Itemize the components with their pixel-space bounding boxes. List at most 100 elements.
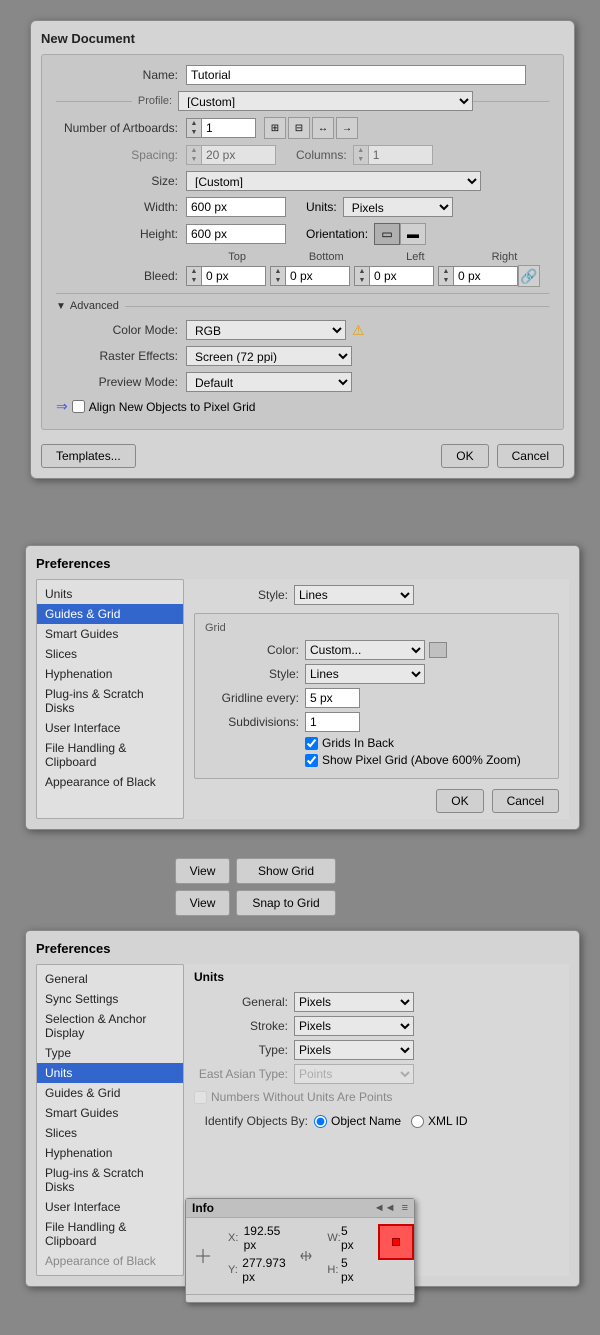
view-button-2[interactable]: View (175, 890, 230, 916)
bleed-top-up[interactable]: ▲ (187, 267, 201, 276)
landscape-orientation-btn[interactable]: ▬ (400, 223, 426, 245)
advanced-triangle-icon[interactable]: ▼ (56, 301, 66, 312)
templates-button[interactable]: Templates... (41, 444, 136, 468)
arrow-right-icon[interactable]: → (336, 117, 358, 139)
bleed-left-down[interactable]: ▼ (355, 276, 369, 285)
object-name-label: Object Name (331, 1114, 401, 1128)
units-label: Units: (306, 200, 337, 214)
portrait-orientation-btn[interactable]: ▭ (374, 223, 400, 245)
preview-select[interactable]: Default (186, 372, 352, 392)
collapse-icon[interactable]: ◄◄ (374, 1202, 396, 1214)
raster-label: Raster Effects: (56, 349, 186, 363)
sidebar-item-file-handling[interactable]: File Handling & Clipboard (37, 738, 183, 772)
snap-to-grid-button[interactable]: Snap to Grid (236, 890, 336, 916)
bleed-left-up[interactable]: ▲ (355, 267, 369, 276)
units-stroke-select[interactable]: Pixels (294, 1016, 414, 1036)
width-input[interactable] (186, 197, 286, 217)
pixel-grid-label: Align New Objects to Pixel Grid (89, 400, 256, 414)
sidebar-item-units[interactable]: Units (37, 584, 183, 604)
subdivisions-input[interactable] (305, 712, 360, 732)
guides-style-select[interactable]: Lines (294, 585, 414, 605)
grids-back-checkbox[interactable] (305, 737, 318, 750)
units-sidebar-smart[interactable]: Smart Guides (37, 1103, 183, 1123)
view-button-1[interactable]: View (175, 858, 230, 884)
guides-cancel-button[interactable]: Cancel (492, 789, 559, 813)
grid-style-select[interactable]: Lines (305, 664, 425, 684)
artboards-spinner[interactable]: ▲ ▼ 1 (186, 118, 256, 138)
sidebar-item-hyphenation[interactable]: Hyphenation (37, 664, 183, 684)
info-dims: W: 5 px H: 5 px (327, 1224, 358, 1288)
artboards-up-arrow[interactable]: ▲ (187, 119, 201, 128)
ok-button[interactable]: OK (441, 444, 488, 468)
grid-color-swatch[interactable] (429, 642, 447, 658)
guides-ok-button[interactable]: OK (436, 789, 483, 813)
bleed-top-spinner[interactable]: ▲ ▼ 0 px (186, 266, 266, 286)
bleed-bottom-up[interactable]: ▲ (271, 267, 285, 276)
units-sidebar-guides[interactable]: Guides & Grid (37, 1083, 183, 1103)
bleed-bottom-value: 0 px (286, 267, 326, 285)
bleed-top-down[interactable]: ▼ (187, 276, 201, 285)
name-input[interactable] (186, 65, 526, 85)
info-menu-icon[interactable]: ≡ (402, 1202, 408, 1214)
sidebar-item-ui[interactable]: User Interface (37, 718, 183, 738)
name-label: Name: (56, 68, 186, 82)
guides-style-label: Style: (194, 588, 294, 602)
bleed-top-label: Top (193, 251, 282, 263)
units-sidebar-slices[interactable]: Slices (37, 1123, 183, 1143)
sidebar-item-guides-grid[interactable]: Guides & Grid (37, 604, 183, 624)
artboards-down-arrow[interactable]: ▼ (187, 128, 201, 137)
units-sidebar-appearance[interactable]: Appearance of Black (37, 1251, 183, 1271)
sidebar-item-smart-guides[interactable]: Smart Guides (37, 624, 183, 644)
bleed-bottom-spinner[interactable]: ▲ ▼ 0 px (270, 266, 350, 286)
bleed-right-spinner[interactable]: ▲ ▼ 0 px (438, 266, 518, 286)
gridline-input[interactable] (305, 688, 360, 708)
object-name-radio[interactable] (314, 1115, 327, 1128)
info-h-row: H: 5 px (327, 1256, 358, 1284)
width-label: Width: (56, 200, 186, 214)
bleed-left-spinner[interactable]: ▲ ▼ 0 px (354, 266, 434, 286)
grid-2x2-icon[interactable]: ⊞ (264, 117, 286, 139)
bleed-section: Top Bottom Left Right Bleed: ▲ ▼ 0 px ▲ (56, 251, 549, 287)
xml-id-radio[interactable] (411, 1115, 424, 1128)
units-sidebar-units[interactable]: Units (37, 1063, 183, 1083)
height-input[interactable] (186, 224, 286, 244)
units-select[interactable]: Pixels (343, 197, 453, 217)
units-sidebar-file[interactable]: File Handling & Clipboard (37, 1217, 183, 1251)
cancel-button[interactable]: Cancel (497, 444, 564, 468)
grid-3x2-icon[interactable]: ⊟ (288, 117, 310, 139)
units-sidebar-general[interactable]: General (37, 969, 183, 989)
units-type-select[interactable]: Pixels (294, 1040, 414, 1060)
bleed-bottom-down[interactable]: ▼ (271, 276, 285, 285)
ok-cancel-group: OK Cancel (441, 444, 564, 468)
units-sidebar-selection[interactable]: Selection & Anchor Display (37, 1009, 183, 1043)
profile-select[interactable]: [Custom] (178, 91, 473, 111)
units-stroke-label: Stroke: (194, 1019, 294, 1033)
sidebar-item-plugins[interactable]: Plug-ins & Scratch Disks (37, 684, 183, 718)
units-general-select[interactable]: Pixels (294, 992, 414, 1012)
sidebar-item-appearance[interactable]: Appearance of Black (37, 772, 183, 792)
columns-label: Columns: (296, 148, 347, 162)
units-sidebar-hyphen[interactable]: Hyphenation (37, 1143, 183, 1163)
units-sidebar-sync[interactable]: Sync Settings (37, 989, 183, 1009)
color-mode-select[interactable]: RGB (186, 320, 346, 340)
show-pixel-checkbox[interactable] (305, 754, 318, 767)
show-grid-button[interactable]: Show Grid (236, 858, 336, 884)
units-section-title: Units (194, 970, 559, 984)
grid-color-select[interactable]: Custom... (305, 640, 425, 660)
units-sidebar-plugins[interactable]: Plug-ins & Scratch Disks (37, 1163, 183, 1197)
raster-select[interactable]: Screen (72 ppi) (186, 346, 352, 366)
bleed-top-value: 0 px (202, 267, 242, 285)
units-sidebar-type[interactable]: Type (37, 1043, 183, 1063)
pixel-grid-checkbox[interactable] (72, 400, 85, 413)
size-select[interactable]: [Custom] (186, 171, 481, 191)
object-name-radio-label: Object Name (314, 1114, 401, 1128)
arrange-icon[interactable]: ↔ (312, 117, 334, 139)
bleed-right-up[interactable]: ▲ (439, 267, 453, 276)
units-sidebar-ui[interactable]: User Interface (37, 1197, 183, 1217)
bleed-right-down[interactable]: ▼ (439, 276, 453, 285)
grids-back-row: Grids In Back (305, 736, 548, 750)
sidebar-item-slices[interactable]: Slices (37, 644, 183, 664)
info-footer (186, 1294, 414, 1302)
new-doc-title: New Document (41, 31, 564, 46)
link-bleed-btn[interactable]: 🔗 (518, 265, 540, 287)
